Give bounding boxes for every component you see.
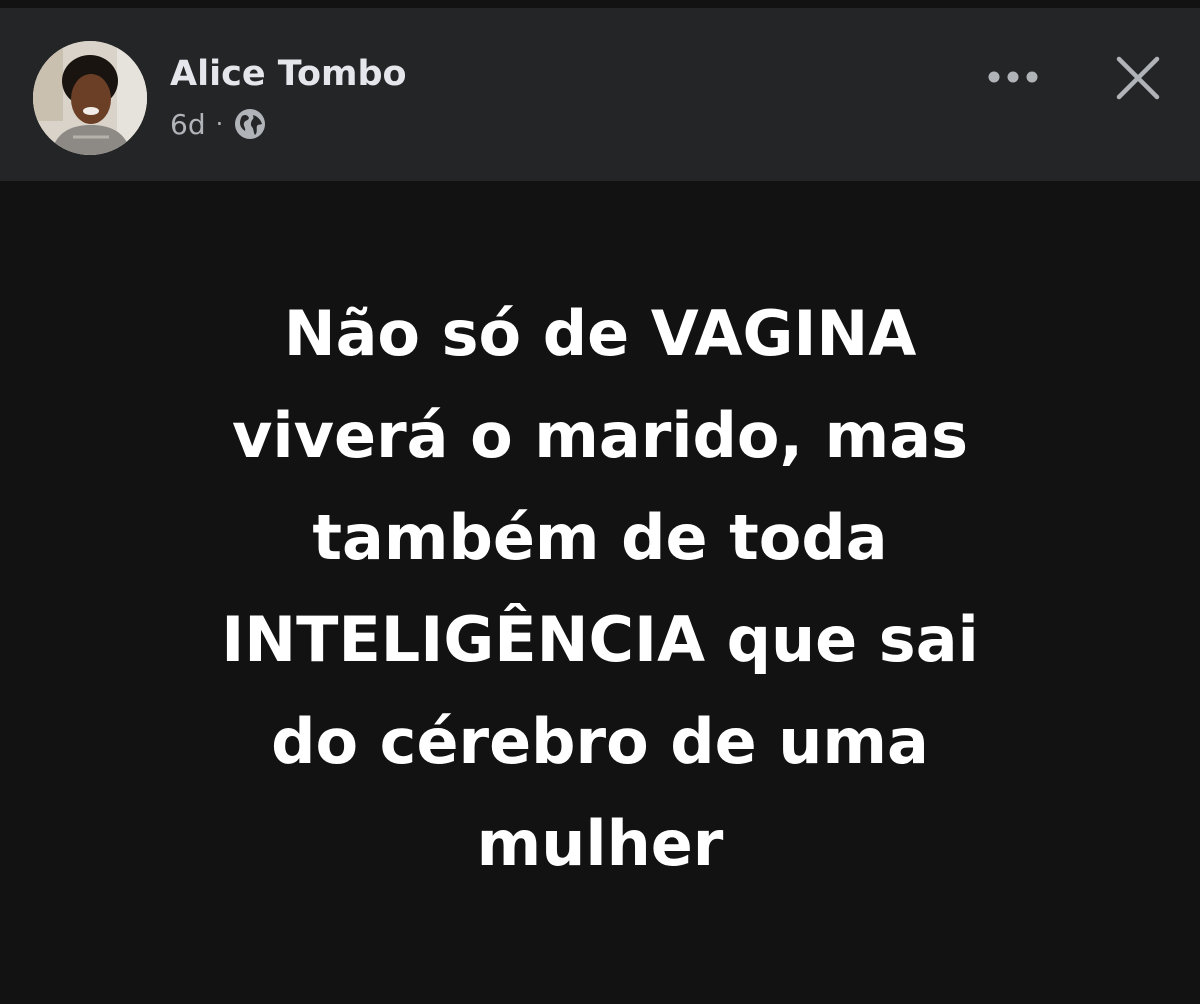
avatar-image: [33, 41, 147, 155]
post-time[interactable]: 6d: [170, 108, 206, 141]
globe-icon[interactable]: [233, 107, 267, 141]
close-button[interactable]: [1108, 48, 1168, 108]
more-options-button[interactable]: [986, 62, 1040, 92]
post-meta: 6d ·: [170, 106, 267, 142]
author-name[interactable]: Alice Tombo: [170, 54, 407, 94]
close-icon: [1116, 56, 1160, 100]
post-header: Alice Tombo 6d ·: [0, 8, 1200, 181]
meta-separator: ·: [215, 110, 224, 138]
top-border: [0, 0, 1200, 8]
post-text: Não só de VAGINA viverá o marido, mas ta…: [221, 297, 979, 880]
avatar[interactable]: [33, 41, 147, 155]
more-horizontal-icon: [988, 71, 1038, 83]
